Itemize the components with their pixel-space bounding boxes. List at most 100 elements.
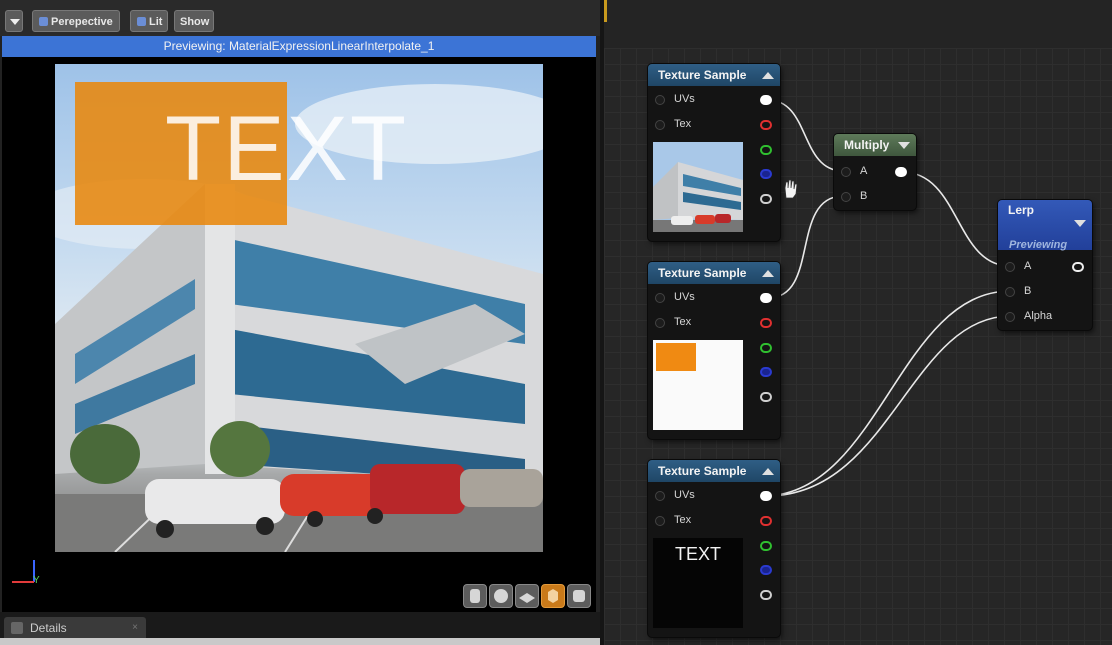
pin-label: Tex bbox=[674, 514, 692, 526]
preview-title-bar: Previewing: MaterialExpressionLinearInte… bbox=[2, 36, 596, 57]
input-pin-uvs[interactable] bbox=[655, 491, 665, 501]
pin-row-a: A bbox=[998, 257, 1092, 277]
output-pin-red[interactable] bbox=[760, 120, 772, 130]
details-tab[interactable]: Details × bbox=[4, 617, 146, 639]
node-title: Multiply bbox=[844, 138, 890, 152]
pin-label: Alpha bbox=[1024, 310, 1053, 322]
multiply-node[interactable]: Multiply A B bbox=[834, 134, 916, 210]
output-pin-alpha[interactable] bbox=[760, 590, 772, 600]
texture-sample-node-1[interactable]: Texture Sample UVs Tex bbox=[648, 64, 780, 241]
pin-row-a: A bbox=[834, 162, 916, 182]
details-tab-label: Details bbox=[30, 621, 67, 635]
thumb-text: TEXT bbox=[674, 544, 721, 564]
hand-cursor-icon bbox=[784, 179, 798, 199]
pin-label: A bbox=[1024, 260, 1032, 272]
output-pin-alpha[interactable] bbox=[760, 194, 772, 204]
output-pin-alpha[interactable] bbox=[760, 392, 772, 402]
pin-row-tex: Tex bbox=[648, 115, 780, 135]
camera-icon bbox=[39, 17, 48, 26]
node-title: Texture Sample bbox=[658, 68, 747, 82]
node-title: Texture Sample bbox=[658, 266, 747, 280]
lit-button[interactable]: Lit bbox=[130, 10, 168, 32]
pin-row-uvs: UVs bbox=[648, 486, 780, 506]
axis-y-label: Y bbox=[33, 575, 40, 586]
input-pin-tex[interactable] bbox=[655, 516, 665, 526]
texture-thumbnail-text: TEXT bbox=[653, 538, 743, 628]
texture-thumbnail-building bbox=[653, 142, 743, 232]
pin-row-b: B bbox=[998, 282, 1092, 302]
output-pin-green[interactable] bbox=[760, 343, 772, 353]
previewing-label: Previewing bbox=[1009, 239, 1068, 251]
pin-label: UVs bbox=[674, 489, 695, 501]
node-title: Lerp bbox=[1008, 203, 1035, 217]
pin-row-alpha: Alpha bbox=[998, 307, 1092, 327]
pin-row-tex: Tex bbox=[648, 313, 780, 333]
rounded-cube-icon[interactable] bbox=[567, 584, 591, 608]
pin-label: Tex bbox=[674, 316, 692, 328]
close-icon[interactable]: × bbox=[132, 617, 138, 639]
lerp-node[interactable]: Lerp Previewing A B Alpha bbox=[998, 200, 1092, 330]
viewport-menu-button[interactable] bbox=[5, 10, 23, 32]
pin-label: B bbox=[1024, 285, 1032, 297]
collapse-icon[interactable] bbox=[762, 270, 774, 277]
perspective-button[interactable]: Perepective bbox=[32, 10, 120, 32]
node-header[interactable]: Texture Sample bbox=[648, 64, 780, 86]
input-pin-a[interactable] bbox=[841, 167, 851, 177]
output-pin-blue[interactable] bbox=[760, 367, 772, 377]
node-title: Texture Sample bbox=[658, 464, 747, 478]
orange-square bbox=[656, 343, 696, 371]
plane-icon[interactable] bbox=[515, 584, 539, 608]
input-pin-b[interactable] bbox=[841, 192, 851, 202]
collapse-icon[interactable] bbox=[762, 72, 774, 79]
show-button[interactable]: Show bbox=[174, 10, 214, 32]
input-pin-b[interactable] bbox=[1005, 287, 1015, 297]
input-pin-alpha[interactable] bbox=[1005, 312, 1015, 322]
node-header[interactable]: Texture Sample bbox=[648, 460, 780, 482]
pin-row-b: B bbox=[834, 187, 916, 207]
input-pin-a[interactable] bbox=[1005, 262, 1015, 272]
output-pin-white[interactable] bbox=[760, 95, 772, 105]
pin-label: UVs bbox=[674, 93, 695, 105]
collapse-icon[interactable] bbox=[762, 468, 774, 475]
input-pin-uvs[interactable] bbox=[655, 95, 665, 105]
show-label: Show bbox=[180, 16, 210, 28]
cube-icon[interactable] bbox=[541, 584, 565, 608]
axis-gizmo-icon bbox=[12, 560, 35, 583]
input-pin-tex[interactable] bbox=[655, 120, 665, 130]
dropdown-icon[interactable] bbox=[898, 142, 910, 149]
chevron-down-icon bbox=[10, 19, 20, 25]
output-pin-green[interactable] bbox=[760, 145, 772, 155]
output-pin-red[interactable] bbox=[760, 318, 772, 328]
pin-row-tex: Tex bbox=[648, 511, 780, 531]
details-panel-strip bbox=[0, 638, 600, 645]
details-icon bbox=[11, 622, 23, 634]
output-pin[interactable] bbox=[895, 167, 907, 177]
graph-accent-line bbox=[604, 0, 607, 22]
pin-label: Tex bbox=[674, 118, 692, 130]
lit-label: Lit bbox=[149, 16, 163, 28]
sphere-icon[interactable] bbox=[489, 584, 513, 608]
overlay-text: TEXT bbox=[165, 98, 409, 200]
output-pin[interactable] bbox=[1072, 262, 1084, 272]
output-pin-white[interactable] bbox=[760, 491, 772, 501]
texture-sample-node-3[interactable]: Texture Sample UVs Tex TEXT bbox=[648, 460, 780, 637]
output-pin-blue[interactable] bbox=[760, 565, 772, 575]
pin-row-uvs: UVs bbox=[648, 90, 780, 110]
cylinder-icon[interactable] bbox=[463, 584, 487, 608]
input-pin-tex[interactable] bbox=[655, 318, 665, 328]
preview-viewport-panel: Perepective Lit Show Previewing: Materia… bbox=[0, 0, 600, 645]
dropdown-icon[interactable] bbox=[1074, 220, 1086, 227]
node-header[interactable]: Multiply bbox=[834, 134, 916, 156]
output-pin-white[interactable] bbox=[760, 293, 772, 303]
texture-thumbnail-orange-mask bbox=[653, 340, 743, 430]
viewport-toolbar: Perepective Lit Show bbox=[0, 0, 600, 36]
output-pin-blue[interactable] bbox=[760, 169, 772, 179]
output-pin-red[interactable] bbox=[760, 516, 772, 526]
texture-sample-node-2[interactable]: Texture Sample UVs Tex bbox=[648, 262, 780, 439]
node-header[interactable]: Texture Sample bbox=[648, 262, 780, 284]
input-pin-uvs[interactable] bbox=[655, 293, 665, 303]
output-pin-green[interactable] bbox=[760, 541, 772, 551]
pin-label: B bbox=[860, 190, 868, 202]
material-preview-image: TEXT bbox=[55, 64, 543, 552]
node-header[interactable]: Lerp Previewing bbox=[998, 200, 1092, 251]
